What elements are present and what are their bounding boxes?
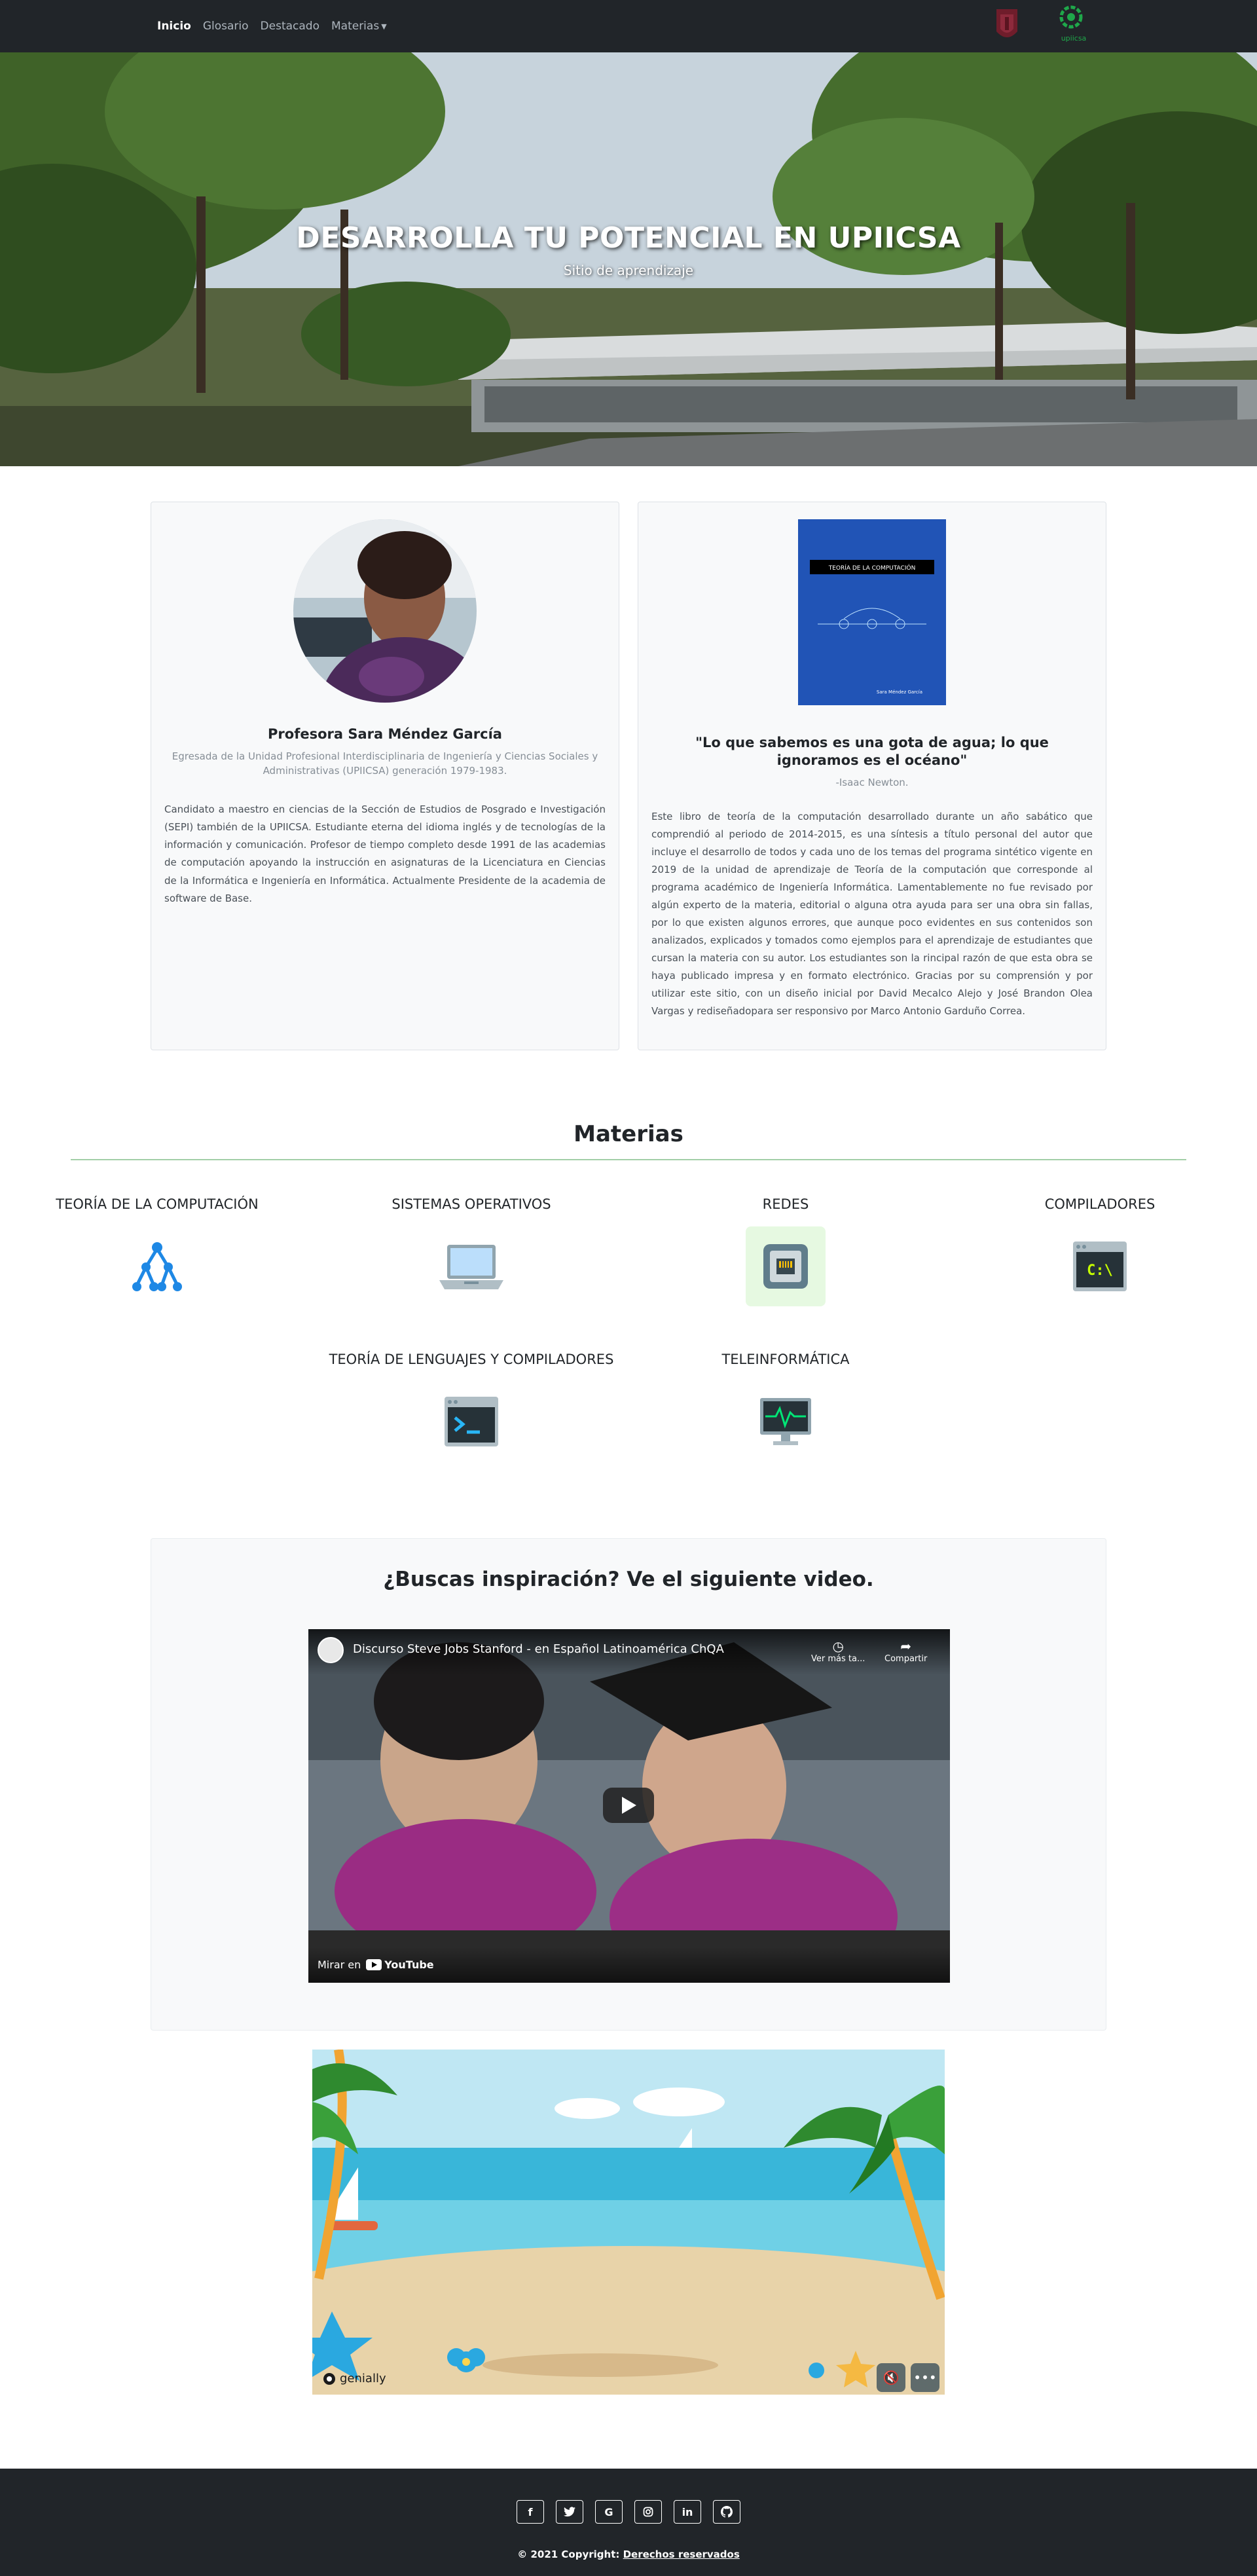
- facebook-icon[interactable]: f: [517, 2500, 544, 2524]
- video-heading: ¿Buscas inspiración? Ve el siguiente vid…: [383, 1568, 874, 1591]
- subject-name: Teoría de lenguajes y compiladores: [329, 1352, 614, 1367]
- play-icon: [622, 1797, 636, 1814]
- navbar: Inicio Glosario Destacado Materias ▼ upii…: [0, 0, 1257, 52]
- nav-glosario[interactable]: Glosario: [203, 20, 249, 33]
- video-section: ¿Buscas inspiración? Ve el siguiente vid…: [151, 1538, 1106, 2031]
- speaker-muted-icon: 🔇: [883, 2370, 900, 2385]
- hero-subtitle: Sitio de aprendizaje: [563, 262, 694, 278]
- mute-button[interactable]: 🔇: [877, 2363, 905, 2392]
- youtube-icon: [366, 1959, 382, 1970]
- subject-sistemas-operativos[interactable]: Sistemas operativos: [314, 1196, 628, 1306]
- subject-name: Teoría de la computación: [56, 1196, 259, 1212]
- profile-education: Egresada de la Unidad Profesional Interd…: [172, 750, 598, 777]
- watch-later-label: Ver más ta...: [811, 1654, 865, 1664]
- twitter-icon[interactable]: [556, 2500, 583, 2524]
- svg-text:C:\: C:\: [1087, 1262, 1113, 1279]
- share-label: Compartir: [884, 1654, 928, 1664]
- subject-name: Redes: [762, 1196, 809, 1212]
- watch-on-label: Mirar en: [318, 1959, 361, 1971]
- share-icon: ➦: [900, 1638, 912, 1654]
- genially-embed[interactable]: genially 🔇 •••: [312, 2050, 945, 2395]
- terminal-icon: [431, 1382, 511, 1462]
- book-cover-author: Sara Méndez García: [877, 690, 922, 695]
- youtube-wordmark: YouTube: [384, 1959, 434, 1971]
- caret-down-icon: ▼: [381, 22, 387, 31]
- monitor-pulse-icon: [746, 1382, 826, 1462]
- genially-brand[interactable]: genially: [323, 2372, 386, 2385]
- nav-inicio[interactable]: Inicio: [157, 20, 191, 33]
- command-prompt-icon: C:\: [1060, 1226, 1140, 1306]
- subject-name: Teleinformática: [721, 1352, 850, 1367]
- book-quote: "Lo que sabemos es una gota de agua; lo …: [695, 735, 1049, 769]
- subject-redes[interactable]: Redes: [628, 1196, 943, 1306]
- ethernet-port-icon: [746, 1226, 826, 1306]
- profile-photo: [293, 519, 477, 703]
- google-icon[interactable]: G: [595, 2500, 623, 2524]
- materias-divider: [71, 1159, 1186, 1160]
- watch-later-button[interactable]: ◷ Ver más ta...: [811, 1638, 865, 1664]
- laptop-icon: [431, 1226, 511, 1306]
- book-cover-title: TEORÍA DE LA COMPUTACIÓN: [828, 564, 916, 572]
- subject-name: Compiladores: [1044, 1196, 1156, 1212]
- github-icon[interactable]: [713, 2500, 740, 2524]
- hero-banner: DESARROLLA TU POTENCIAL EN UPIICSA Sitio…: [0, 52, 1257, 466]
- intro-cards: Profesora Sara Méndez García Egresada de…: [151, 502, 1106, 1050]
- subject-teoria-lenguajes-compiladores[interactable]: Teoría de lenguajes y compiladores: [314, 1352, 628, 1462]
- nav-materias-label: Materias: [331, 20, 380, 33]
- copyright: © 2021 Copyright: Derechos reservados: [0, 2548, 1257, 2560]
- share-button[interactable]: ➦ Compartir: [884, 1638, 927, 1664]
- linkedin-icon[interactable]: in: [674, 2500, 701, 2524]
- subject-name: Sistemas operativos: [392, 1196, 551, 1212]
- ipn-logo[interactable]: [994, 7, 1020, 47]
- video-title[interactable]: Discurso Steve Jobs Stanford - en Españo…: [353, 1642, 724, 1656]
- upiicsa-logo[interactable]: upiicsa: [1055, 4, 1092, 47]
- more-options-button[interactable]: •••: [911, 2363, 939, 2392]
- footer: f G in © 2021 Copyright: Derechos reserv…: [0, 2469, 1257, 2576]
- video-bottombar: Mirar en YouTube: [308, 1947, 950, 1983]
- tree-structure-icon: [117, 1226, 197, 1306]
- channel-avatar[interactable]: [318, 1637, 344, 1663]
- nav-links: Inicio Glosario Destacado Materias ▼: [157, 0, 387, 52]
- quote-author: -Isaac Newton.: [835, 776, 909, 788]
- materias-title: Materias: [574, 1121, 683, 1147]
- profile-card: Profesora Sara Méndez García Egresada de…: [151, 502, 619, 1050]
- video-topbar: Discurso Steve Jobs Stanford - en Españo…: [308, 1629, 950, 1675]
- social-links: f G in: [0, 2500, 1257, 2524]
- hero-overlay: DESARROLLA TU POTENCIAL EN UPIICSA Sitio…: [0, 52, 1257, 466]
- book-cover[interactable]: TEORÍA DE LA COMPUTACIÓN Sara Méndez Gar…: [798, 519, 946, 705]
- nav-materias-dropdown[interactable]: Materias ▼: [331, 20, 387, 33]
- youtube-player[interactable]: Discurso Steve Jobs Stanford - en Españo…: [308, 1629, 950, 1983]
- beach-scene: [312, 2050, 945, 2395]
- book-description: Este libro de teoría de la computación d…: [651, 810, 1093, 1017]
- rights-link[interactable]: Derechos reservados: [623, 2548, 740, 2560]
- play-button[interactable]: [603, 1788, 654, 1823]
- profile-bio: Candidato a maestro en ciencias de la Se…: [164, 803, 606, 904]
- genially-logo-icon: [323, 2372, 335, 2385]
- ellipsis-icon: •••: [913, 2370, 937, 2385]
- genially-label: genially: [340, 2372, 386, 2385]
- subject-teoria-computacion[interactable]: Teoría de la computación: [0, 1196, 314, 1306]
- copyright-text: © 2021 Copyright:: [517, 2548, 623, 2560]
- watch-on-youtube-link[interactable]: Mirar en YouTube: [318, 1959, 434, 1971]
- book-card: TEORÍA DE LA COMPUTACIÓN Sara Méndez Gar…: [638, 502, 1106, 1050]
- hero-title: DESARROLLA TU POTENCIAL EN UPIICSA: [296, 221, 961, 255]
- profile-name: Profesora Sara Méndez García: [268, 726, 502, 742]
- youtube-logo: YouTube: [366, 1959, 434, 1971]
- nav-destacado[interactable]: Destacado: [261, 20, 319, 33]
- clock-icon: ◷: [832, 1638, 844, 1654]
- subject-teleinformatica[interactable]: Teleinformática: [628, 1352, 943, 1462]
- subject-compiladores[interactable]: Compiladores C:\: [943, 1196, 1257, 1306]
- instagram-icon[interactable]: [634, 2500, 662, 2524]
- upiicsa-logo-text: upiicsa: [1061, 34, 1087, 43]
